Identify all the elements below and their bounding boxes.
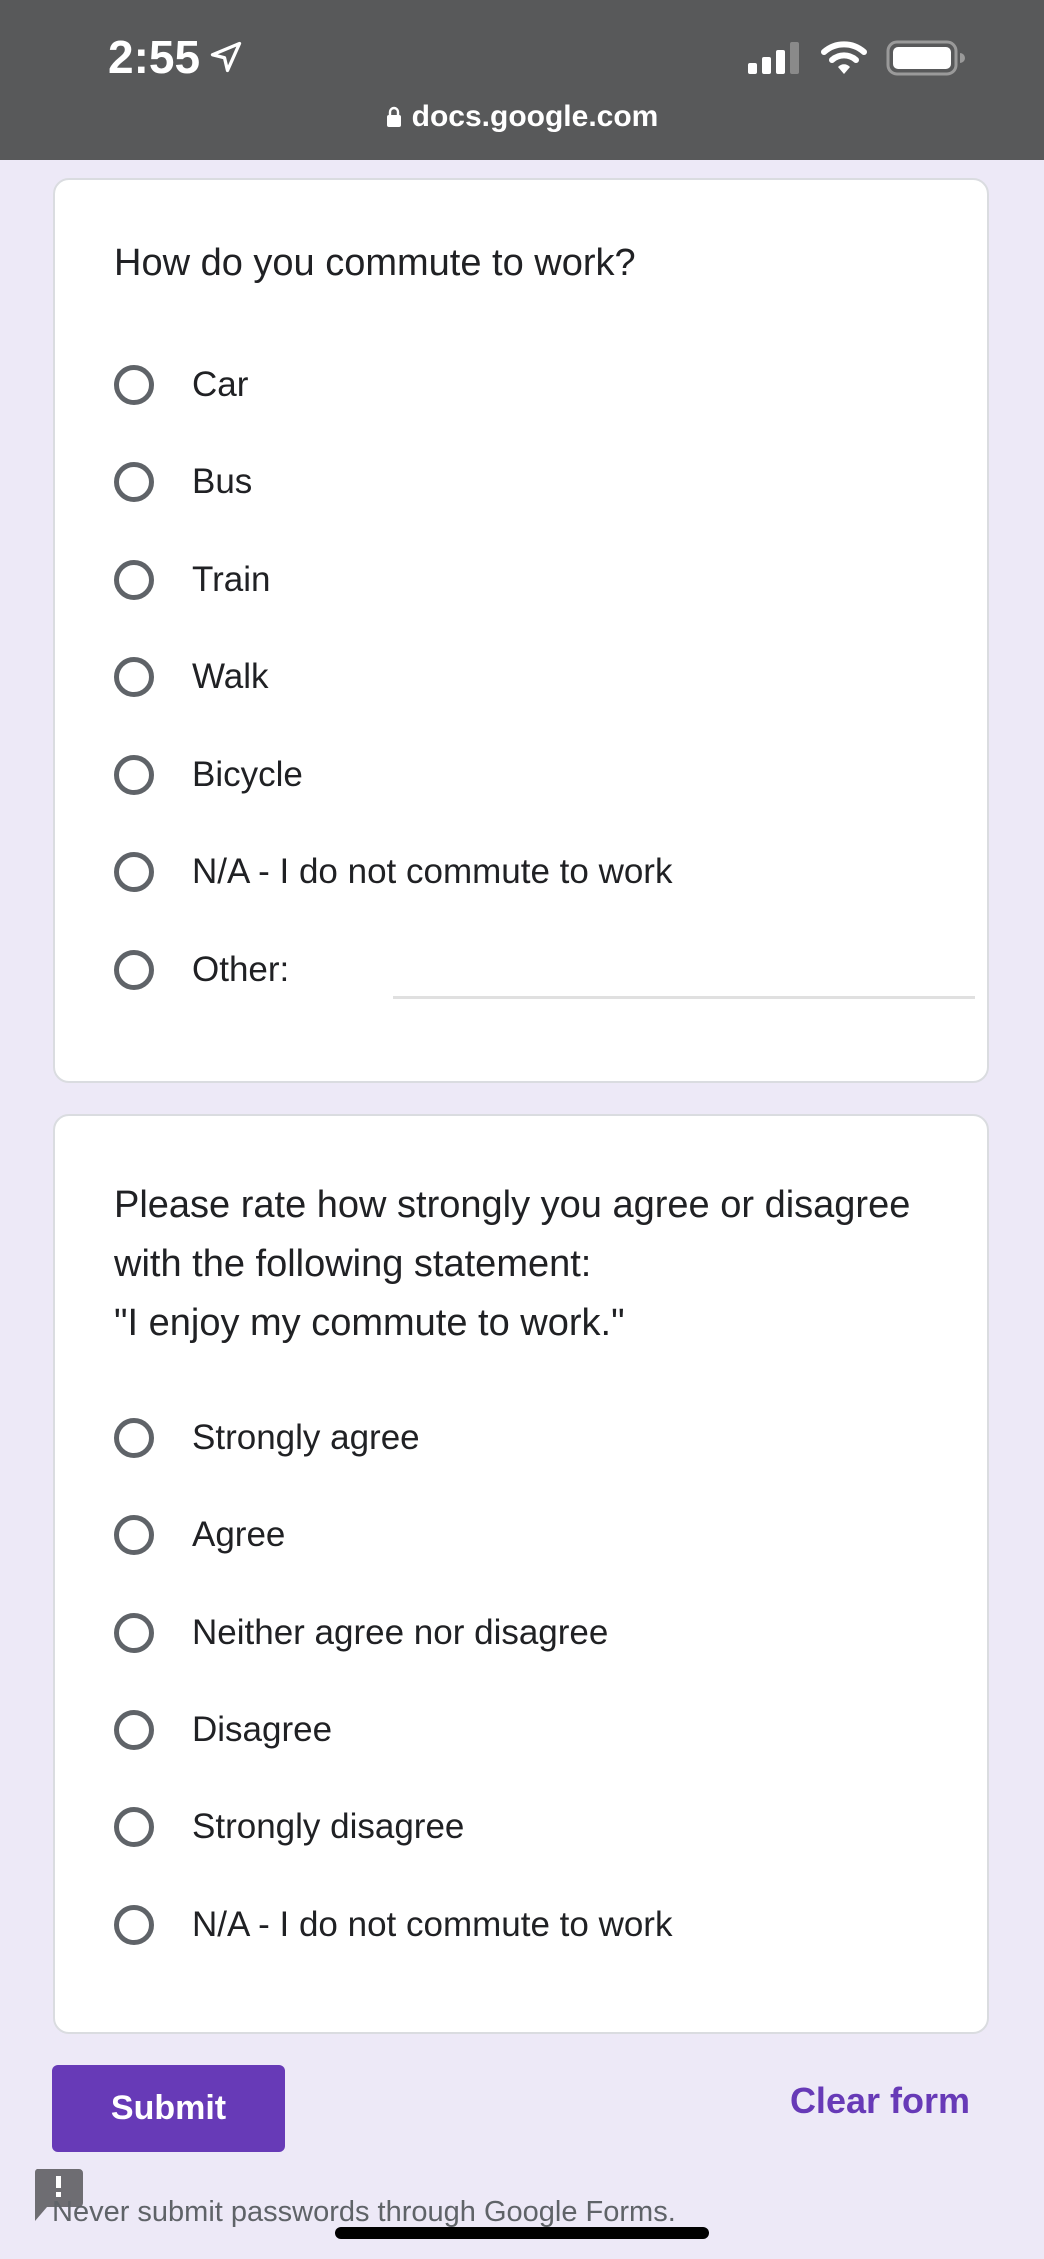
status-bar: 2:55 docs.google.com (0, 0, 1044, 160)
question-title: How do you commute to work? (114, 242, 636, 284)
radio-option-na[interactable]: N/A - I do not commute to work (114, 842, 672, 902)
radio-option-neutral[interactable]: Neither agree nor disagree (114, 1603, 608, 1663)
wifi-icon (821, 41, 867, 74)
option-label: Bicycle (192, 755, 303, 794)
password-warning-text: Never submit passwords through Google Fo… (52, 2196, 676, 2228)
question-statement: "I enjoy my commute to work." (114, 1302, 625, 1344)
option-label: Strongly agree (192, 1418, 420, 1457)
radio-option-strongly-agree[interactable]: Strongly agree (114, 1408, 420, 1468)
radio-button[interactable] (114, 657, 154, 697)
radio-button[interactable] (114, 462, 154, 502)
clock-time: 2:55 (108, 31, 201, 83)
question-title-line: Please rate how strongly you agree or di… (114, 1184, 911, 1226)
option-label: Strongly disagree (192, 1807, 465, 1846)
radio-option-agree[interactable]: Agree (114, 1505, 285, 1565)
radio-option-other[interactable]: Other: (114, 940, 975, 1000)
option-label: Neither agree nor disagree (192, 1613, 609, 1652)
clock: 2:55 (108, 30, 244, 84)
radio-button[interactable] (114, 1418, 154, 1458)
option-label: Train (192, 560, 271, 599)
option-label: Disagree (192, 1710, 333, 1749)
question-title-line: with the following statement: (114, 1243, 592, 1285)
radio-button[interactable] (114, 560, 154, 600)
radio-option-walk[interactable]: Walk (114, 647, 268, 707)
battery-icon (886, 40, 965, 76)
location-arrow-icon (210, 41, 242, 73)
radio-button[interactable] (114, 1710, 154, 1750)
clear-form-button[interactable]: Clear form (790, 2080, 970, 2122)
radio-button[interactable] (114, 852, 154, 892)
url-text: docs.google.com (411, 100, 659, 133)
option-label: Bus (192, 462, 253, 501)
option-label: N/A - I do not commute to work (192, 1905, 673, 1944)
radio-button[interactable] (114, 755, 154, 795)
radio-option-bicycle[interactable]: Bicycle (114, 745, 303, 805)
radio-option-disagree[interactable]: Disagree (114, 1700, 332, 1760)
radio-option-car[interactable]: Car (114, 355, 248, 415)
radio-option-strongly-disagree[interactable]: Strongly disagree (114, 1797, 464, 1857)
radio-button[interactable] (114, 1613, 154, 1653)
radio-option-na[interactable]: N/A - I do not commute to work (114, 1895, 672, 1955)
cellular-signal-icon (748, 42, 799, 74)
other-text-input[interactable] (393, 960, 975, 999)
question-card-commute-method: How do you commute to work? Car Bus Trai… (53, 178, 989, 1083)
home-indicator[interactable] (335, 2227, 709, 2239)
option-label: Car (192, 365, 249, 404)
lock-icon (386, 106, 401, 127)
option-label: Other: (192, 950, 290, 989)
option-label: N/A - I do not commute to work (192, 852, 673, 891)
question-card-commute-rating: Please rate how strongly you agree or di… (53, 1114, 989, 2034)
address-bar[interactable]: docs.google.com (0, 100, 1044, 134)
system-icons (746, 40, 966, 76)
submit-button[interactable]: Submit (52, 2065, 285, 2152)
radio-option-train[interactable]: Train (114, 550, 270, 610)
radio-option-bus[interactable]: Bus (114, 452, 252, 512)
option-label: Agree (192, 1515, 286, 1554)
radio-button[interactable] (114, 950, 154, 990)
radio-button[interactable] (114, 365, 154, 405)
radio-button[interactable] (114, 1515, 154, 1555)
question-title: Please rate how strongly you agree or di… (114, 1176, 937, 1353)
radio-button[interactable] (114, 1807, 154, 1847)
radio-button[interactable] (114, 1905, 154, 1945)
option-label: Walk (192, 657, 269, 696)
